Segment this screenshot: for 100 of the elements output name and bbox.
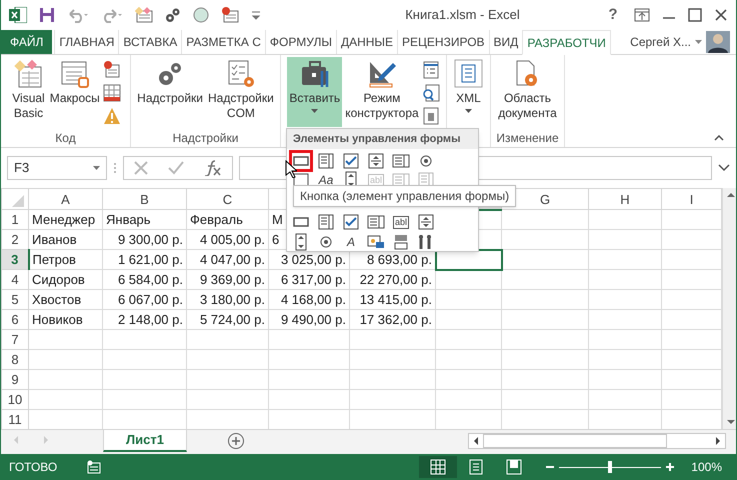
ribbon-tab[interactable]: ФОРМУЛЫ xyxy=(264,30,336,54)
expand-icon[interactable] xyxy=(718,164,730,172)
column-header[interactable]: B xyxy=(102,188,186,210)
row-header[interactable]: 3 xyxy=(2,250,28,270)
sheet-tab[interactable]: Лист1 xyxy=(103,430,187,452)
record-macro-icon[interactable] xyxy=(221,7,239,23)
checkbox-icon xyxy=(342,152,360,170)
ribbon-tab[interactable]: ГЛАВНАЯ xyxy=(54,30,118,54)
control-button[interactable] xyxy=(316,213,336,231)
control-button[interactable] xyxy=(391,152,411,170)
cell-text: 4 047,00 р. xyxy=(200,252,265,266)
cell-text: Сидоров xyxy=(32,272,85,286)
horizontal-scrollbar[interactable] xyxy=(468,433,726,449)
macro-record-icon[interactable] xyxy=(87,460,102,474)
window-title: Книга1.xlsm - Excel xyxy=(404,6,521,24)
code-window-icon xyxy=(13,59,44,89)
vertical-scrollbar[interactable] xyxy=(722,188,736,429)
excel-logo-icon[interactable] xyxy=(9,7,27,23)
control-button[interactable] xyxy=(366,152,386,170)
table-icon[interactable] xyxy=(102,84,121,102)
row-header[interactable]: 9 xyxy=(2,370,28,390)
maximize-icon[interactable] xyxy=(688,8,702,22)
control-button[interactable] xyxy=(341,213,361,231)
cell-text: Иванов xyxy=(32,232,77,246)
row-header[interactable]: 10 xyxy=(2,390,28,410)
spinner-icon xyxy=(417,213,435,231)
control-button[interactable] xyxy=(316,152,336,170)
cell-text: 5 724,00 р. xyxy=(200,312,265,326)
selected-cell[interactable] xyxy=(436,250,502,270)
user-account-button[interactable]: Сергей Х... xyxy=(626,30,706,54)
ribbon-button[interactable]: Вставить xyxy=(287,57,342,127)
row-header[interactable]: 4 xyxy=(2,270,28,290)
control-button[interactable] xyxy=(366,233,386,251)
combo-box-icon xyxy=(317,152,335,170)
close-icon[interactable] xyxy=(714,8,728,22)
row-header[interactable]: 6 xyxy=(2,310,28,330)
zoom-slider[interactable] xyxy=(608,460,612,472)
ribbon-button[interactable]: Область документа xyxy=(496,57,559,127)
cell-text: Январь xyxy=(106,212,151,226)
collapse-ribbon-icon[interactable] xyxy=(714,135,724,141)
control-button[interactable] xyxy=(366,213,386,231)
ribbon-button[interactable]: Надстройки COM xyxy=(206,57,276,127)
ribbon-button[interactable]: XML xyxy=(452,57,486,127)
row-header[interactable]: 1 xyxy=(2,210,28,230)
ribbon-button[interactable]: Макросы xyxy=(48,57,102,127)
cell-text: Петров xyxy=(32,252,76,266)
control-button[interactable] xyxy=(416,213,436,231)
record-icon[interactable] xyxy=(102,61,121,79)
row-header[interactable]: 7 xyxy=(2,330,28,350)
cell-text: М xyxy=(272,212,283,226)
view-button[interactable] xyxy=(419,456,458,478)
avatar-icon xyxy=(706,31,730,53)
gears-icon[interactable] xyxy=(165,7,181,23)
column-header[interactable]: I xyxy=(662,188,722,210)
control-button[interactable] xyxy=(341,152,361,170)
cell-text: 9 490,00 р. xyxy=(280,312,346,326)
magnifier-icon[interactable] xyxy=(422,84,440,102)
ribbon-tab[interactable]: РЕЦЕНЗИРОВ xyxy=(397,30,489,54)
cell-text: Новиков xyxy=(32,312,83,326)
control-button[interactable]: abl xyxy=(391,213,411,231)
ribbon-button[interactable]: Режим конструктора xyxy=(343,57,421,127)
cell-text: Хвостов xyxy=(32,292,82,306)
file-tab[interactable]: ФАЙЛ xyxy=(1,30,52,54)
cell-text: 3 180,00 р. xyxy=(200,292,265,306)
zoom-level[interactable]: 100% xyxy=(691,458,722,476)
ribbon-tab[interactable]: РАЗРАБОТЧИ xyxy=(522,30,611,55)
zoom-in-icon[interactable] xyxy=(665,462,676,472)
scrollbar-thumb[interactable] xyxy=(483,434,667,448)
checkbox-icon xyxy=(342,213,360,231)
column-header[interactable]: A xyxy=(28,188,102,210)
add-sheet-icon[interactable] xyxy=(226,432,245,450)
dots-icon xyxy=(113,162,117,174)
ribbon-button[interactable]: Надстройки xyxy=(135,57,205,127)
list-icon[interactable] xyxy=(422,61,440,79)
code-window-icon[interactable] xyxy=(135,7,153,23)
cell-text: Менеджер xyxy=(32,212,96,226)
ribbon-button[interactable]: Visual Basic xyxy=(10,57,47,127)
cell-text: 6 xyxy=(272,232,280,246)
caret-icon xyxy=(695,40,702,44)
group-label: Код xyxy=(55,131,76,145)
cell-text: 4 005,00 р. xyxy=(200,232,265,246)
check-icon[interactable] xyxy=(168,161,184,175)
help-button[interactable]: ? xyxy=(604,4,622,26)
ribbon-tab[interactable]: ДАННЫЕ xyxy=(336,30,398,54)
control-button[interactable]: A xyxy=(341,233,361,251)
row-header[interactable]: 8 xyxy=(2,350,28,370)
name-box[interactable]: F3 xyxy=(7,156,107,180)
checklist-gear-icon xyxy=(226,59,256,89)
ribbon-tab[interactable]: ВСТАВКА xyxy=(118,30,182,54)
toolbox-icon xyxy=(300,59,330,89)
row-header[interactable]: 5 xyxy=(2,290,28,310)
cell-text: 6 584,00 р. xyxy=(118,272,183,286)
ribbon-display-icon[interactable] xyxy=(634,8,650,22)
group-label: Надстройки xyxy=(172,131,238,145)
column-header[interactable]: H xyxy=(588,188,662,210)
circle-icon[interactable] xyxy=(193,7,209,23)
ribbon-tab[interactable]: РАЗМЕТКА С xyxy=(181,30,265,54)
function-icon[interactable] xyxy=(204,160,222,176)
column-header[interactable]: C xyxy=(186,188,268,210)
window-icon[interactable] xyxy=(422,107,440,125)
